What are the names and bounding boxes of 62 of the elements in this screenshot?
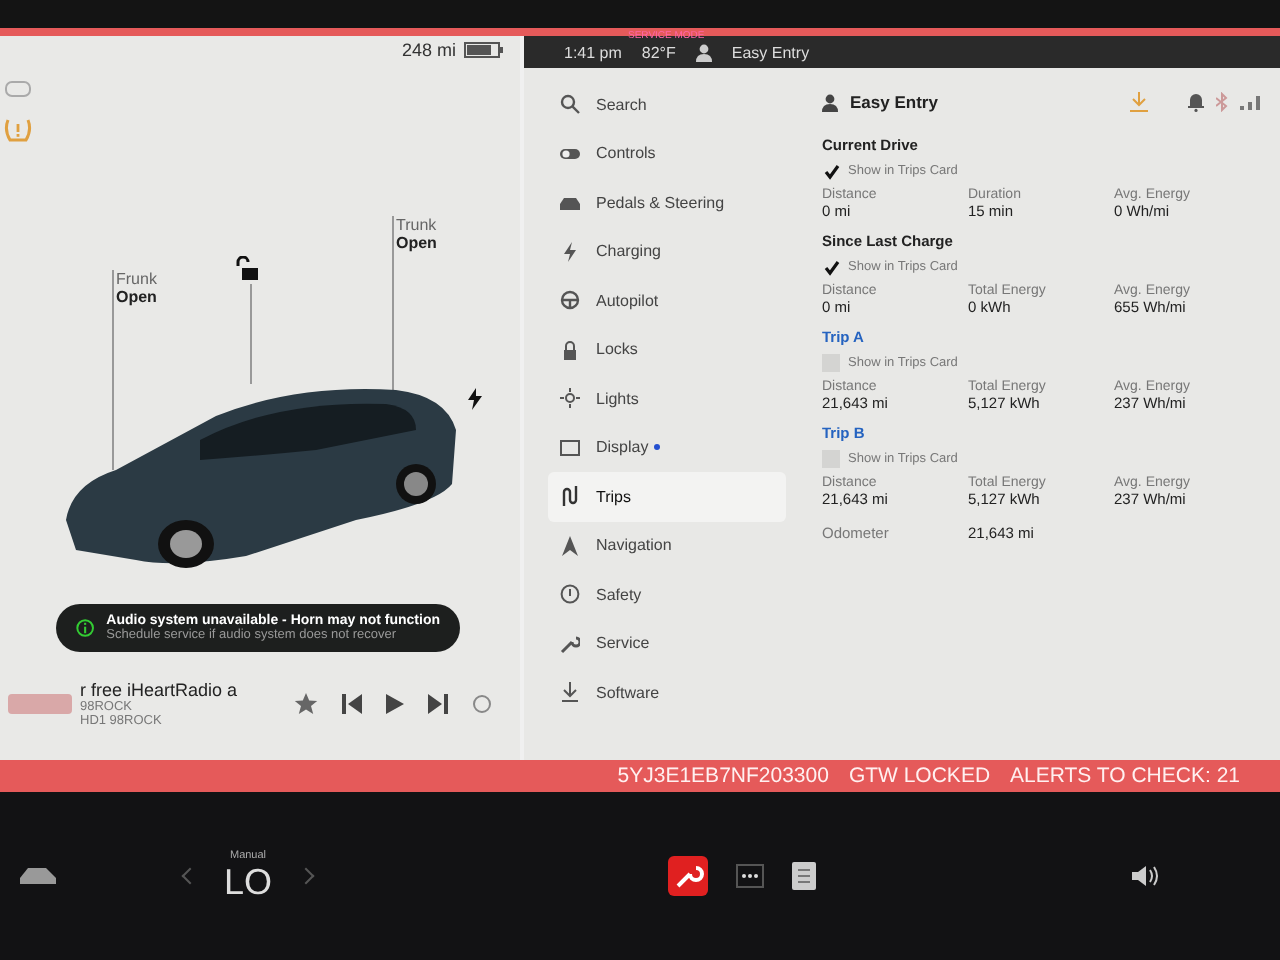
previous-track-icon[interactable] (342, 694, 362, 714)
play-icon[interactable] (386, 694, 404, 714)
signal-icon (1240, 94, 1260, 110)
temperature-text: 82°F (641, 43, 676, 61)
display-icon (560, 437, 580, 458)
settings-menu-item[interactable]: Service (548, 619, 798, 668)
settings-menu-item[interactable]: Controls (548, 129, 798, 178)
nav-icon (560, 535, 580, 556)
car-icon[interactable] (20, 866, 56, 886)
trips-icon (560, 486, 580, 507)
settings-menu-item[interactable]: Pedals & Steering (548, 178, 798, 227)
search-icon (560, 94, 580, 115)
battery-icon (464, 42, 504, 58)
bolt-icon (560, 241, 580, 262)
unlocked-lock-icon[interactable] (236, 256, 260, 280)
alerts-count-text: ALERTS TO CHECK: 21 (1010, 764, 1240, 788)
favorite-star-icon[interactable] (294, 692, 318, 716)
wheel-icon (560, 290, 580, 311)
settings-menu-item[interactable]: Display (548, 423, 798, 472)
settings-menu-item[interactable]: Software (548, 668, 798, 717)
trunk-open-button[interactable]: Open (396, 234, 437, 252)
person-icon[interactable] (695, 43, 712, 61)
sun-icon (560, 388, 580, 409)
climate-temperature[interactable]: LO (224, 861, 273, 903)
toggle-icon (560, 143, 580, 164)
settings-menu-item[interactable]: Navigation (548, 521, 798, 570)
lightning-icon (468, 388, 482, 410)
service-wrench-app-icon[interactable] (668, 856, 709, 896)
person-icon (822, 93, 838, 111)
volume-icon[interactable] (1132, 864, 1161, 888)
more-apps-icon[interactable] (736, 864, 765, 888)
info-icon (76, 614, 95, 642)
gtw-status-text: GTW LOCKED (848, 764, 991, 788)
settings-menu-item[interactable]: Autopilot (548, 276, 798, 325)
settings-menu-item[interactable]: Charging (548, 227, 798, 276)
car-icon (560, 192, 580, 213)
frunk-open-button[interactable]: Open (116, 288, 157, 306)
wrench-icon (560, 633, 580, 654)
settings-menu-item[interactable]: Search (548, 80, 798, 129)
settings-menu-item[interactable]: Trips (548, 472, 786, 521)
media-title: r free iHeartRadio a (80, 680, 240, 700)
profile-button[interactable]: Easy Entry (731, 43, 810, 61)
settings-menu-item[interactable]: Safety (548, 570, 798, 619)
profile-name[interactable]: Easy Entry (850, 92, 938, 112)
settings-menu-item[interactable]: Lights (548, 374, 798, 423)
station-logo-icon (8, 694, 72, 714)
tire-pressure-icon (4, 118, 32, 142)
vin-text: 5YJ3E1EB7NF203300 (617, 764, 829, 788)
frunk-label: Frunk (116, 270, 157, 288)
notepad-icon[interactable] (792, 862, 817, 890)
next-track-icon[interactable] (428, 694, 448, 714)
show-in-trips-checkbox[interactable] (822, 258, 840, 276)
settings-menu-item[interactable]: Locks (548, 325, 798, 374)
bell-icon[interactable] (1188, 92, 1204, 112)
trunk-label: Trunk (396, 216, 437, 234)
clock-text: 1:41 pm (564, 43, 622, 61)
show-in-trips-checkbox[interactable] (822, 162, 840, 180)
range-text: 248 mi (401, 40, 456, 60)
leader-line (250, 284, 252, 384)
lock-icon (560, 339, 580, 360)
download-icon (560, 682, 580, 703)
safety-icon (560, 584, 580, 605)
